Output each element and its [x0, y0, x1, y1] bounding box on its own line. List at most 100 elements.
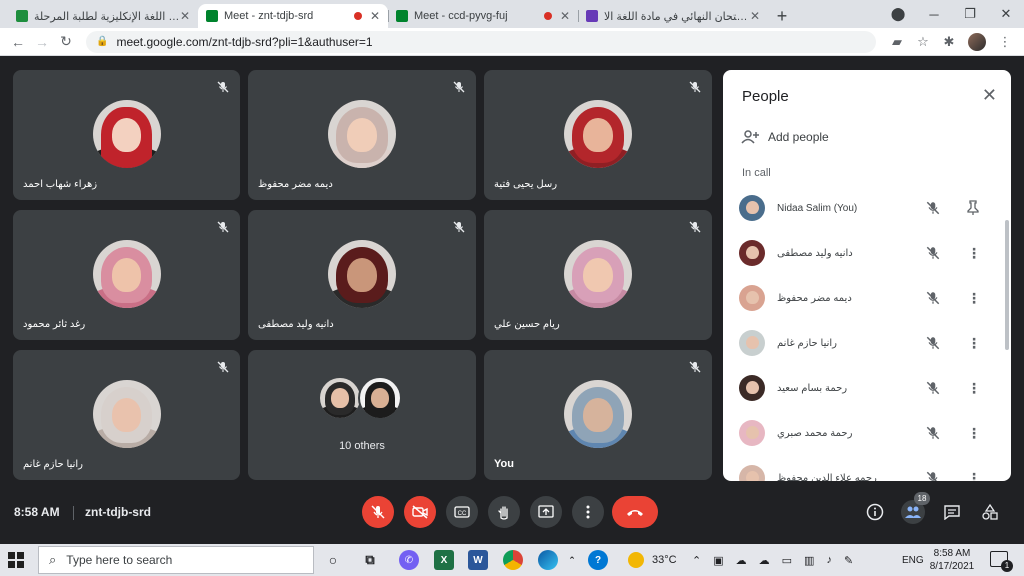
participant-more-icon[interactable]: ⋮: [967, 380, 981, 397]
participant-more-icon[interactable]: ⋮: [967, 335, 981, 352]
add-people-button[interactable]: Add people: [740, 129, 829, 145]
minimize-icon[interactable]: ─: [916, 7, 952, 22]
others-avatar: [318, 376, 362, 420]
restore-icon[interactable]: ❐: [952, 6, 988, 22]
cortana-icon[interactable]: ○: [323, 550, 343, 570]
more-options-button[interactable]: [572, 496, 604, 528]
participant-name: رحمه علاء الدين محفوظ: [777, 472, 877, 482]
camera-off-button[interactable]: [404, 496, 436, 528]
close-panel-icon[interactable]: ✕: [982, 85, 997, 106]
address-bar[interactable]: 🔒 meet.google.com/znt-tdjb-srd?pli=1&aut…: [86, 30, 876, 53]
bookmark-star-icon[interactable]: ☆: [910, 34, 936, 50]
task-view-icon[interactable]: ⧉: [360, 550, 380, 570]
close-window-icon[interactable]: ✕: [988, 6, 1024, 22]
notification-center-button[interactable]: 1: [990, 551, 1013, 572]
participant-avatar: [739, 420, 765, 446]
close-tab-icon[interactable]: ✕: [180, 9, 190, 23]
participant-more-icon[interactable]: ⋮: [967, 290, 981, 307]
participant-row[interactable]: دانيه وليد مصطفى ⋮: [723, 233, 1011, 273]
chrome-icon[interactable]: [503, 550, 523, 570]
participant-more-icon[interactable]: ⋮: [967, 425, 981, 442]
leave-call-button[interactable]: [612, 496, 658, 528]
activities-button[interactable]: [979, 501, 1001, 523]
system-clock[interactable]: 8:58 AM 8/17/2021: [926, 547, 978, 573]
chat-button[interactable]: [941, 501, 963, 523]
participant-tile[interactable]: رانيا حازم غانم: [13, 350, 240, 480]
camera-in-use-icon[interactable]: ▰: [884, 34, 910, 50]
windows-start-icon[interactable]: [6, 550, 26, 570]
classroom-favicon-icon: [16, 10, 28, 22]
camera-off-icon: [412, 505, 428, 519]
cloud-sync-icon[interactable]: ☁: [759, 554, 782, 567]
close-tab-icon[interactable]: ✕: [560, 9, 570, 23]
browser-tab-meet-ccd[interactable]: Meet - ccd-pyvg-fuj ✕: [388, 4, 578, 28]
meeting-details-button[interactable]: [864, 501, 886, 523]
participant-tile[interactable]: You: [484, 350, 712, 480]
battery-icon[interactable]: ▭: [782, 554, 804, 567]
excel-icon[interactable]: X: [434, 550, 454, 570]
pen-icon[interactable]: ✎: [844, 554, 865, 567]
participant-row[interactable]: رحمة بسام سعيد ⋮: [723, 368, 1011, 408]
edge-icon[interactable]: [538, 550, 558, 570]
participant-name: زهراء شهاب احمد: [23, 179, 98, 190]
lock-icon[interactable]: 🔒: [96, 36, 108, 47]
viber-icon[interactable]: ✆: [399, 550, 419, 570]
browser-tab-english-course[interactable]: مادة اللغة الإنكليزية لطلبة المرحلة ✕: [8, 4, 198, 28]
overflow-chevron-icon[interactable]: ⌃: [566, 550, 578, 570]
participant-tile[interactable]: ريام حسين علي: [484, 210, 712, 340]
participant-tile[interactable]: رسل يحيى فتية: [484, 70, 712, 200]
captions-button[interactable]: CC: [446, 496, 478, 528]
extensions-icon[interactable]: ✱: [936, 34, 962, 50]
reload-icon[interactable]: ↻: [54, 33, 78, 50]
participant-row[interactable]: رحمه علاء الدين محفوظ ⋮: [723, 458, 1011, 481]
participant-tile[interactable]: ديمه مضر محفوظ: [248, 70, 476, 200]
profile-avatar[interactable]: [968, 32, 986, 51]
meet-favicon-icon: [206, 10, 218, 22]
tray-expand-icon[interactable]: ⌃: [692, 554, 713, 567]
microphone-off-button[interactable]: [362, 496, 394, 528]
participant-tile[interactable]: 10 others: [248, 350, 476, 480]
onedrive-icon[interactable]: ☁: [736, 554, 759, 567]
mic-off-icon: [371, 505, 385, 519]
weather-widget[interactable]: 33°C: [628, 544, 677, 576]
language-indicator[interactable]: ENG: [902, 544, 924, 576]
volume-icon[interactable]: ♪: [826, 554, 844, 566]
forward-icon[interactable]: →: [30, 34, 54, 50]
close-tab-icon[interactable]: ✕: [750, 9, 760, 23]
raise-hand-button[interactable]: [488, 496, 520, 528]
taskbar-search-box[interactable]: ⌕ Type here to search: [38, 546, 314, 574]
muted-mic-icon[interactable]: [925, 470, 941, 481]
muted-mic-icon[interactable]: [925, 335, 941, 351]
browser-tab-meet-znt[interactable]: Meet - znt-tdjb-srd ✕: [198, 4, 388, 28]
meet-favicon-icon: [396, 10, 408, 22]
participant-row[interactable]: رحمة محمد صبري ⋮: [723, 413, 1011, 453]
participant-tile[interactable]: دانيه وليد مصطفى: [248, 210, 476, 340]
participant-row[interactable]: ديمه مضر محفوظ ⋮: [723, 278, 1011, 318]
meet-now-icon[interactable]: ▣: [713, 554, 735, 567]
muted-mic-icon[interactable]: [925, 245, 941, 261]
participant-row[interactable]: رانيا حازم غانم ⋮: [723, 323, 1011, 363]
participant-avatar: [739, 465, 765, 481]
muted-mic-icon[interactable]: [925, 425, 941, 441]
word-icon[interactable]: W: [468, 550, 488, 570]
network-icon[interactable]: ▥: [804, 554, 826, 567]
present-now-button[interactable]: [530, 496, 562, 528]
new-tab-button[interactable]: +: [768, 4, 796, 28]
more-menu-icon[interactable]: ⋮: [992, 34, 1018, 50]
muted-mic-icon[interactable]: [925, 290, 941, 306]
help-app-icon[interactable]: ?: [588, 550, 608, 570]
profile-status-icon[interactable]: ⬤: [880, 6, 916, 22]
participant-tile[interactable]: زهراء شهاب احمد: [13, 70, 240, 200]
pin-icon[interactable]: [966, 200, 980, 216]
participant-more-icon[interactable]: ⋮: [967, 470, 981, 482]
close-tab-icon[interactable]: ✕: [370, 9, 380, 23]
participant-more-icon[interactable]: ⋮: [967, 245, 981, 262]
back-icon[interactable]: ←: [6, 34, 30, 50]
browser-tab-final-exam[interactable]: الامتحان النهائي في مادة اللغة الا ✕: [578, 4, 768, 28]
others-avatar: [358, 376, 402, 420]
participant-tile[interactable]: رغد ثائر محمود: [13, 210, 240, 340]
participant-row[interactable]: Nidaa Salim (You): [723, 188, 1011, 228]
muted-mic-icon[interactable]: [925, 380, 941, 396]
panel-scrollbar[interactable]: [1005, 220, 1009, 350]
muted-mic-icon[interactable]: [925, 200, 941, 216]
